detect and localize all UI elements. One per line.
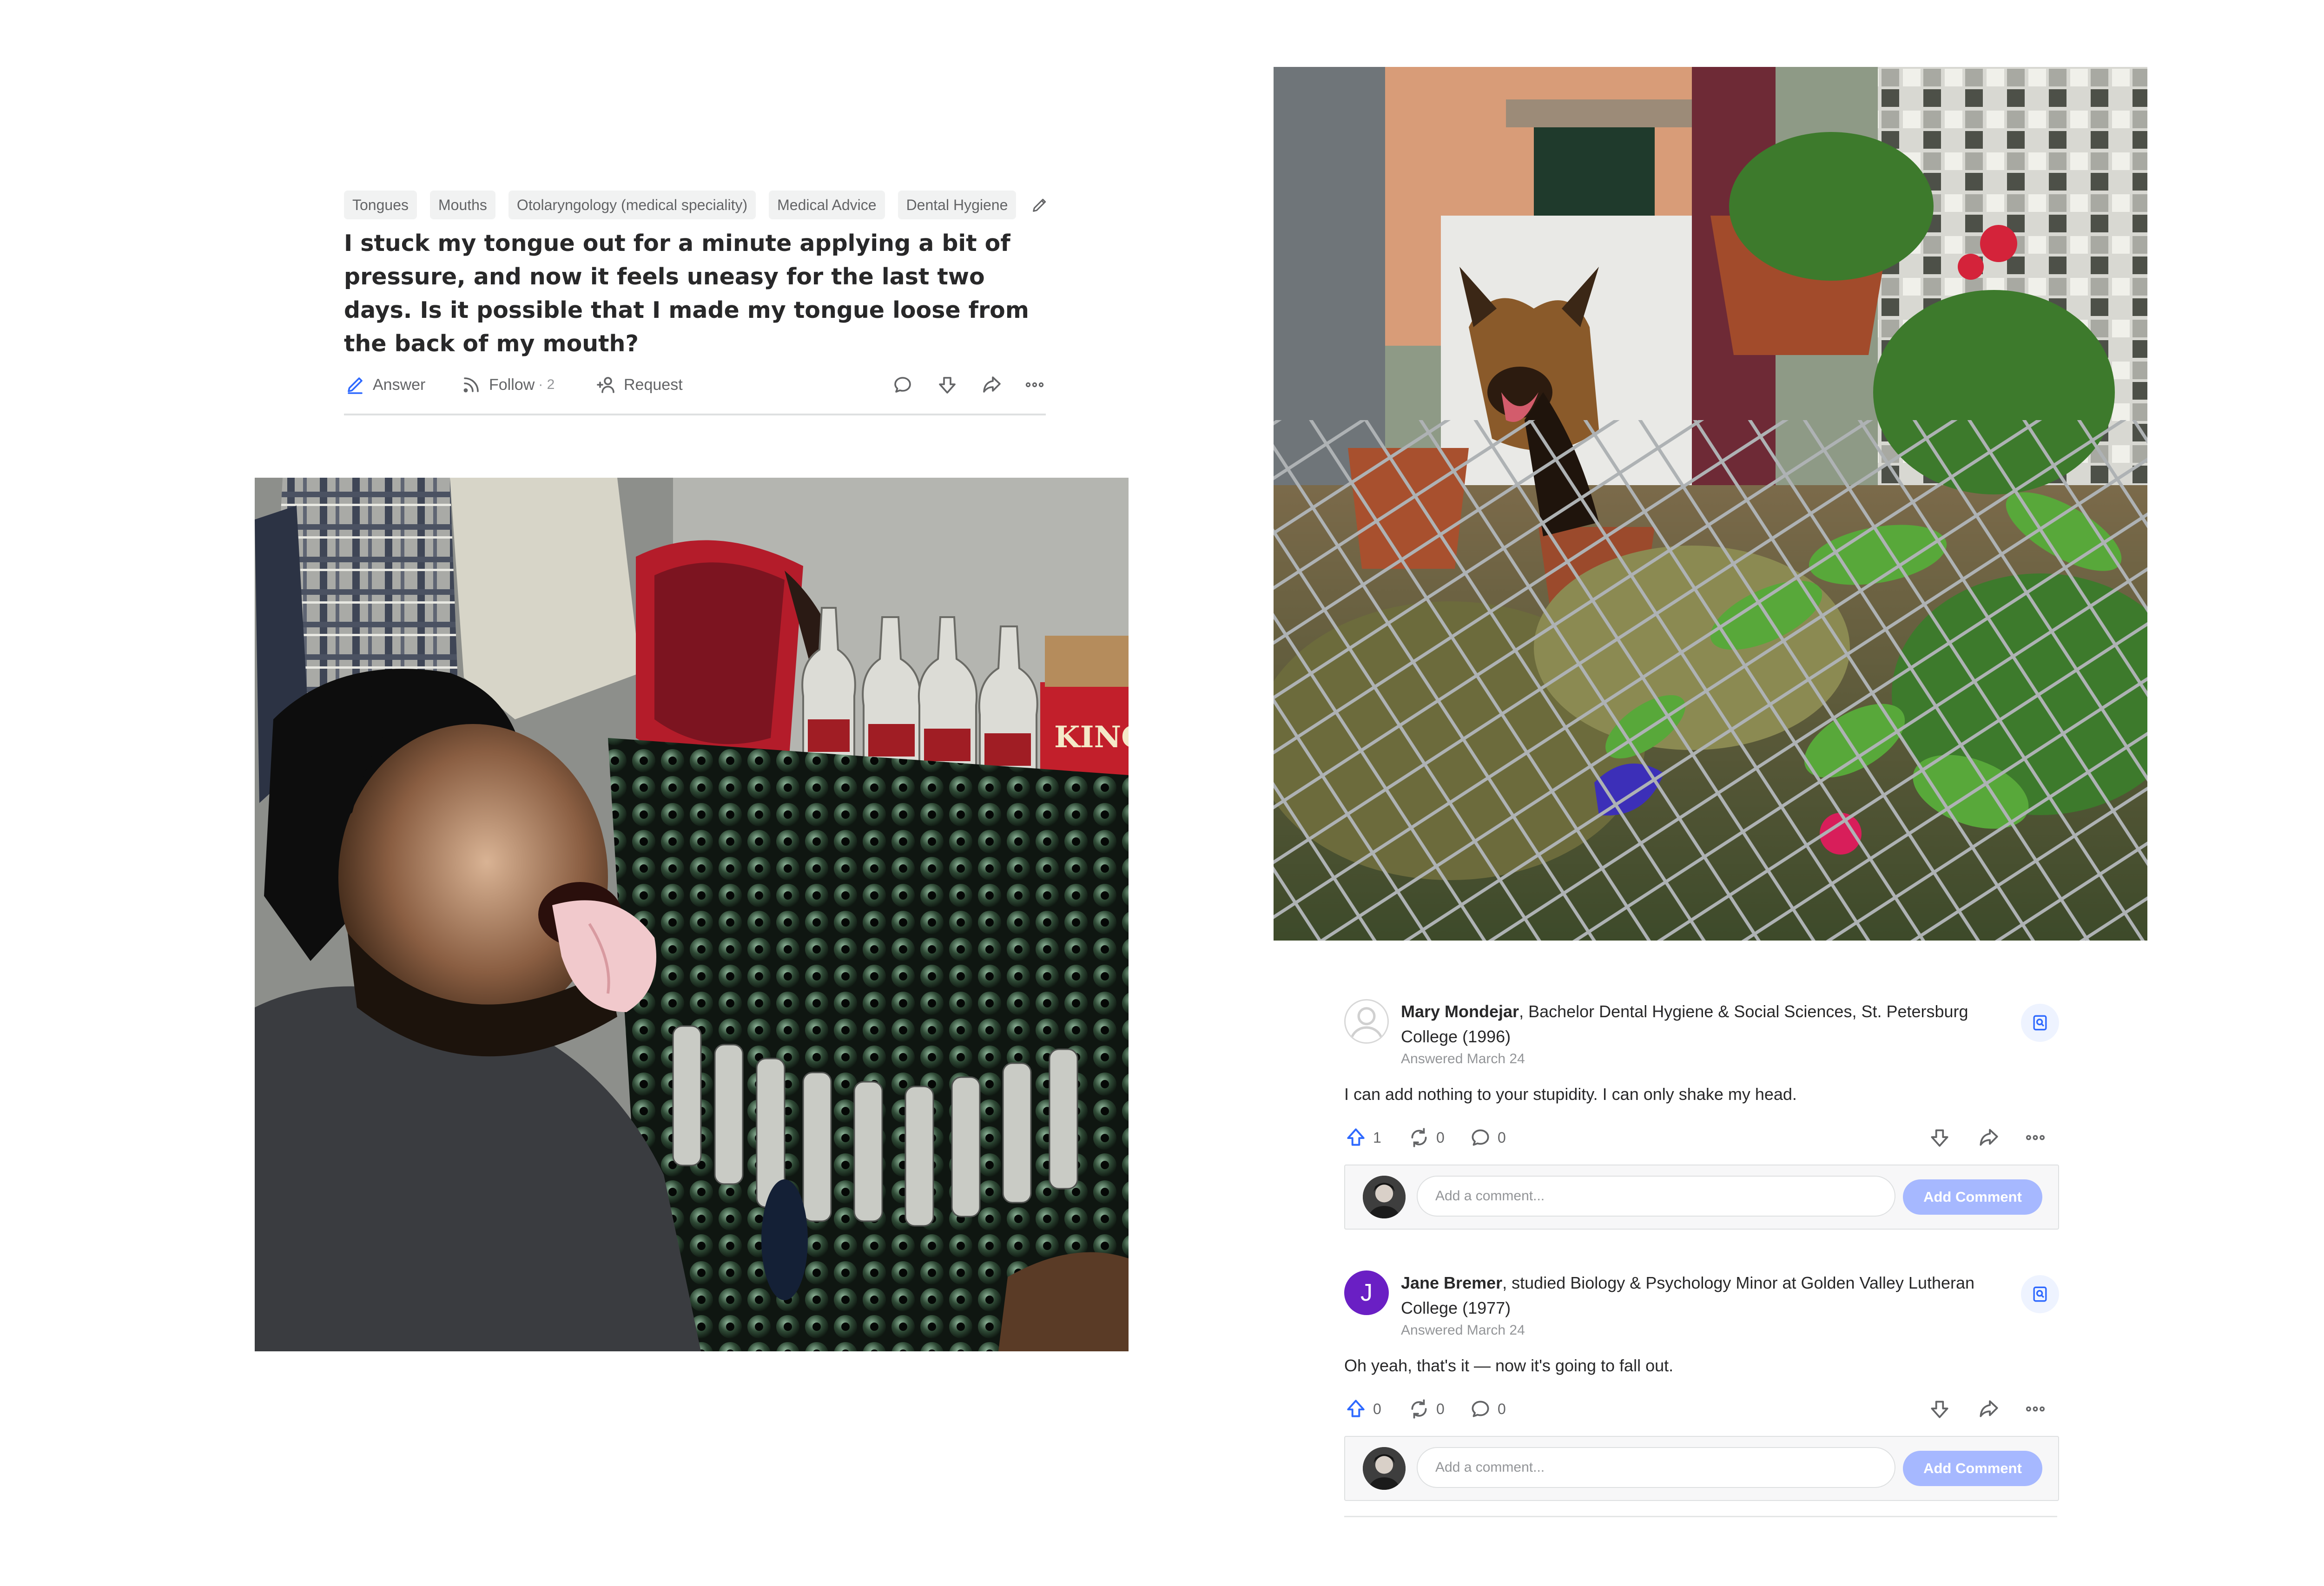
question-actions: Answer Follow · 2 Request [344,366,1046,403]
answer-text: I can add nothing to your stupidity. I c… [1344,1085,1797,1104]
reshare-count: 0 [1436,1129,1445,1146]
request-icon [597,377,614,393]
more-icon [2026,1135,2045,1140]
share-icon [983,376,1001,393]
reshare-count: 0 [1436,1400,1445,1417]
answer-date[interactable]: Answered March 24 [1401,1323,1525,1338]
share-button[interactable] [1977,1390,2000,1428]
answer-actions: 0 0 0 [1344,1390,2059,1428]
bookmark-icon [2033,1286,2047,1302]
downvote-button[interactable] [936,366,958,403]
share-icon [1980,1400,1998,1417]
downvote-icon [1931,1401,1948,1418]
reshare-button[interactable]: 0 [1407,1119,1445,1156]
topic-tag[interactable]: Mouths [429,191,495,219]
reshare-button[interactable]: 0 [1407,1390,1445,1428]
downvote-icon [939,377,956,394]
answer-label: Answer [373,375,426,394]
kingfisher-label: KINGFI [1054,720,1129,755]
author-name[interactable]: Jane Bremer [1401,1273,1502,1292]
comment-input[interactable] [1417,1447,1895,1488]
comment-count: 0 [1498,1400,1506,1417]
bookmark-button[interactable] [2021,1004,2059,1042]
topic-tag[interactable]: Dental Hygiene [898,191,1017,219]
pencil-icon[interactable] [1029,194,1050,216]
more-icon [1025,382,1044,388]
comment-count: 0 [1498,1129,1506,1146]
share-button[interactable] [1977,1119,2000,1156]
add-comment-button[interactable]: Add Comment [1903,1179,2042,1215]
topic-tag[interactable]: Tongues [344,191,417,219]
reshare-icon [1411,1128,1427,1147]
comment-button[interactable]: 0 [1469,1390,1506,1428]
topic-list: Tongues Mouths Otolaryngology (medical s… [344,191,1050,219]
request-label: Request [624,375,683,394]
comment-button[interactable]: 0 [1469,1119,1506,1156]
add-comment-button[interactable]: Add Comment [1903,1451,2042,1486]
answer-icon [348,377,363,394]
comment-icon [1472,1401,1489,1417]
downvote-button[interactable] [1928,1390,1951,1428]
avatar-letter: J [1360,1279,1373,1306]
upvote-count: 1 [1373,1129,1381,1146]
comment-button[interactable] [891,366,914,403]
answer-item: Mary Mondejar, Bachelor Dental Hygiene &… [1344,999,2059,1241]
follow-count: · 2 [538,377,555,392]
answer-actions: 1 0 0 [1344,1119,2059,1156]
bookmark-icon [2033,1015,2047,1031]
downvote-button[interactable] [1928,1119,1951,1156]
bookmark-button[interactable] [2021,1275,2059,1313]
comment-icon [894,377,911,393]
author-credential: Mary Mondejar, Bachelor Dental Hygiene &… [1401,999,2005,1049]
author-credential: Jane Bremer, studied Biology & Psycholog… [1401,1270,2005,1321]
more-button[interactable] [2024,1390,2047,1428]
question-title[interactable]: I stuck my tongue out for a minute apply… [344,227,1041,361]
request-button[interactable]: Request [595,366,683,403]
topic-tag[interactable]: Otolaryngology (medical speciality) [508,191,756,219]
answer-button[interactable]: Answer [344,366,425,403]
follow-label: Follow [489,375,535,394]
photo-man-tongue-bottles: KINGFI [255,478,1129,1351]
downvote-icon [1931,1129,1948,1147]
author-name[interactable]: Mary Mondejar [1401,1002,1519,1021]
answer-item: J Jane Bremer, studied Biology & Psychol… [1344,1270,2059,1512]
comment-input[interactable] [1417,1176,1895,1217]
answer-text: Oh yeah, that's it — now it's going to f… [1344,1356,1674,1375]
share-button[interactable] [981,366,1003,403]
more-icon [2026,1406,2045,1412]
avatar[interactable] [1344,999,1389,1044]
upvote-button[interactable]: 1 [1344,1119,1381,1156]
comment-icon [1472,1129,1489,1146]
answer-date[interactable]: Answered March 24 [1401,1051,1525,1067]
upvote-count: 0 [1373,1400,1381,1417]
comment-box: Add Comment [1344,1165,2059,1230]
question-card: Tongues Mouths Otolaryngology (medical s… [344,191,1050,415]
upvote-button[interactable]: 0 [1344,1390,1381,1428]
follow-icon [463,377,479,393]
avatar[interactable] [1363,1176,1406,1218]
avatar[interactable]: J [1344,1270,1389,1315]
upvote-icon [1347,1128,1365,1146]
divider [1344,1516,2057,1517]
photo-dog-garden-fence [1274,67,2147,941]
topic-tag[interactable]: Medical Advice [769,191,885,219]
more-button[interactable] [1023,366,1046,403]
reshare-icon [1411,1399,1427,1419]
follow-button[interactable]: Follow · 2 [460,366,555,403]
upvote-icon [1347,1400,1365,1417]
more-button[interactable] [2024,1119,2047,1156]
share-icon [1980,1129,1998,1146]
avatar[interactable] [1363,1447,1406,1490]
divider [344,414,1046,415]
comment-box: Add Comment [1344,1436,2059,1501]
